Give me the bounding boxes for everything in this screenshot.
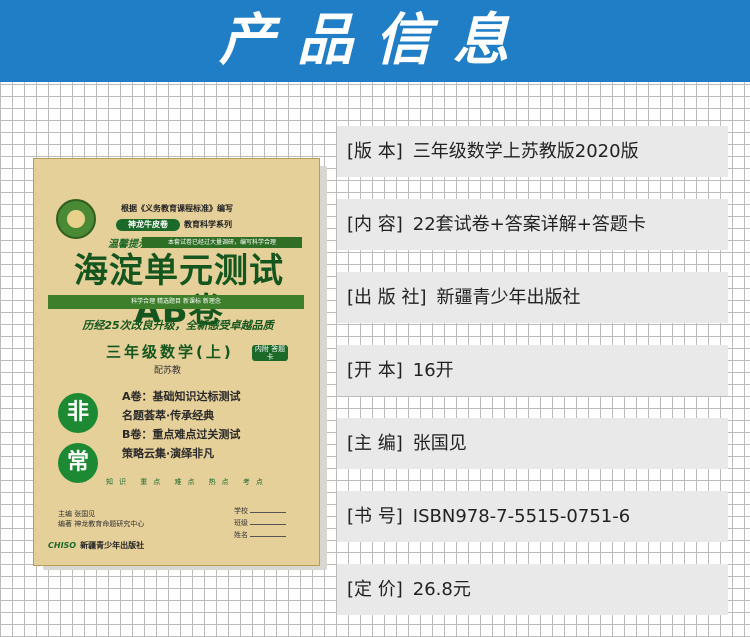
book-publisher-name: 新疆青少年出版社 xyxy=(80,541,145,550)
book-cover-image: 根据《义务教育课程标准》编写 神龙牛皮卷 教育科学系列 温馨提示 本套试卷已经过… xyxy=(33,158,329,572)
info-row-isbn: [书 号] ISBN978-7-5515-0751-6 xyxy=(337,491,728,542)
book-ribbon: 本套试卷已经过大量调研，编写科学合理 xyxy=(142,237,302,248)
info-value: 三年级数学上苏教版2020版 xyxy=(412,141,639,162)
book-content-line: 名题荟萃·传承经典 xyxy=(122,409,215,422)
book-content-line: B卷：重点难点过关测试 xyxy=(122,428,241,441)
info-key: [开 本] xyxy=(347,360,403,381)
info-value: 22套试卷+答案详解+答题卡 xyxy=(412,214,646,235)
school-field: 学校 xyxy=(234,505,287,517)
header-banner: 产品信息 xyxy=(0,0,750,82)
info-row-price: [定 价] 26.8元 xyxy=(337,564,728,615)
info-value: 新疆青少年出版社 xyxy=(436,287,581,308)
medal-icon: 常 xyxy=(58,443,98,483)
info-key: [出 版 社] xyxy=(347,287,427,308)
info-row-edition: [版 本] 三年级数学上苏教版2020版 xyxy=(337,126,728,177)
book-editor: 主编 张国见 xyxy=(58,510,96,518)
chiso-logo: CHISO xyxy=(48,541,77,550)
book-cover: 根据《义务教育课程标准》编写 神龙牛皮卷 教育科学系列 温馨提示 本套试卷已经过… xyxy=(33,158,320,566)
info-key: [内 容] xyxy=(347,214,403,235)
info-value: 张国见 xyxy=(412,433,467,454)
class-field: 班级 xyxy=(234,517,287,529)
book-publisher: CHISO 新疆青少年出版社 xyxy=(48,540,144,551)
info-value: ISBN978-7-5515-0751-6 xyxy=(412,506,631,527)
info-key: [版 本] xyxy=(347,141,403,162)
info-row-editor: [主 编] 张国见 xyxy=(337,418,728,469)
product-info-list: [版 本] 三年级数学上苏教版2020版 [内 容] 22套试卷+答案详解+答题卡 … xyxy=(337,126,728,637)
publisher-logo-icon xyxy=(56,199,96,239)
info-value: 16开 xyxy=(412,360,454,381)
page-title: 产品信息 xyxy=(219,8,531,73)
book-grade: 三年级数学(上) xyxy=(106,343,234,361)
book-contents: A卷：基础知识达标测试 名题荟萃·传承经典 B卷：重点难点过关测试 策略云集·演… xyxy=(122,387,292,463)
book-edition: 配苏教 xyxy=(154,366,182,376)
book-content-line: A卷：基础知识达标测试 xyxy=(122,390,241,403)
info-key: [书 号] xyxy=(347,506,403,527)
book-content-line: 策略云集·演绎非凡 xyxy=(122,447,215,460)
book-band: 科学合理 精选题目 新课标 新理念 xyxy=(48,295,304,309)
book-standard-text: 根据《义务教育课程标准》编写 xyxy=(121,204,233,213)
answer-card-badge: 内附 答题卡 xyxy=(252,345,288,361)
medal-icon: 非 xyxy=(58,393,98,433)
info-row-format: [开 本] 16开 xyxy=(337,345,728,396)
book-name-fields: 学校 班级 姓名 xyxy=(234,505,287,541)
name-field: 姓名 xyxy=(234,529,287,541)
book-series-pill: 神龙牛皮卷 xyxy=(116,219,180,231)
book-series: 教育科学系列 xyxy=(184,220,232,229)
book-compiler: 编著 神龙教育命题研究中心 xyxy=(58,520,145,528)
info-key: [主 编] xyxy=(347,433,403,454)
info-key: [定 价] xyxy=(347,579,403,600)
book-keywords: 知识 重点 难点 热点 考点 xyxy=(106,478,269,486)
info-value: 26.8元 xyxy=(412,579,471,600)
info-row-contents: [内 容] 22套试卷+答案详解+答题卡 xyxy=(337,199,728,250)
book-upgrade-slogan: 历经25次改良升级，全新感受卓越品质 xyxy=(82,319,274,332)
book-meta: 主编 张国见 编著 神龙教育命题研究中心 xyxy=(58,509,144,529)
info-row-publisher: [出 版 社] 新疆青少年出版社 xyxy=(337,272,728,323)
